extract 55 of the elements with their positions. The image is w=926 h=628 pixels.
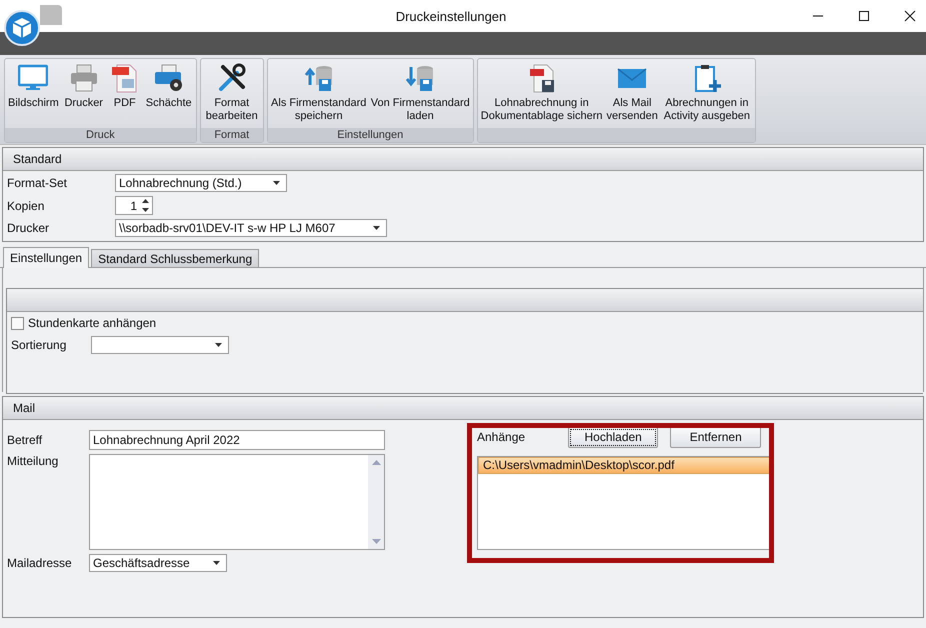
window-tab-shape (40, 5, 62, 25)
dropdown-arrow-icon (373, 226, 380, 230)
push-button[interactable]: Entfernen (670, 426, 761, 448)
upload-database-icon (304, 63, 334, 93)
ribbon-button[interactable]: Drucker (60, 59, 107, 128)
ribbon-group-label: Format (214, 129, 250, 141)
maximize-icon[interactable] (858, 10, 870, 22)
tab[interactable]: Standard Schlussbemerkung (91, 249, 260, 267)
monitor-icon (18, 63, 48, 93)
spinner-arrows-icon (142, 199, 149, 212)
field-label: Mailadresse (7, 556, 73, 570)
ribbon-button[interactable]: Als Mail versenden (604, 59, 660, 128)
field-label: Betreff (7, 433, 44, 447)
ribbon-button[interactable]: Lohnabrechnung in Dokumentablage sichern (478, 59, 604, 128)
push-button[interactable]: Hochladen (568, 426, 658, 448)
dropdown-arrow-icon (215, 343, 222, 347)
ribbon-button[interactable]: Format bearbeiten (202, 59, 262, 128)
dropdown[interactable]: \\sorbadb-srv01\DEV-IT s-w HP LJ M607 (115, 219, 387, 237)
tab[interactable]: Einstellungen (3, 247, 90, 268)
window-title: Druckeinstellungen (394, 8, 508, 24)
close-icon[interactable] (904, 10, 916, 22)
checkbox-label: Stundenkarte anhängen (28, 316, 156, 330)
subject-field[interactable]: Lohnabrechnung April 2022 (89, 430, 385, 450)
attachments-label: Anhänge (477, 430, 526, 444)
field-label: Drucker (7, 221, 50, 235)
scrollbar[interactable] (368, 455, 384, 549)
ribbon-button[interactable]: Bildschirm (6, 59, 61, 128)
ribbon-button[interactable]: Schächte (142, 59, 195, 128)
wrench-screwdriver-icon (216, 63, 247, 93)
field-label: Sortierung (11, 338, 68, 352)
ribbon-button[interactable]: Von Firmenstandard laden (368, 59, 472, 128)
spinner-field[interactable]: 1 (115, 196, 153, 215)
message-field[interactable] (89, 454, 385, 550)
panel-title: Mail (13, 401, 36, 415)
scroll-up-icon[interactable] (372, 460, 380, 465)
ribbon-button[interactable]: Abrechnungen in Activity ausgeben (660, 59, 754, 128)
ribbon-button[interactable]: PDF (106, 59, 143, 128)
dropdown[interactable]: Geschäftsadresse (89, 554, 227, 572)
dropdown[interactable] (91, 336, 229, 354)
ribbon-group-label: Druck (86, 129, 115, 141)
field-label: Kopien (7, 198, 46, 212)
ribbon-group-label: Einstellungen (337, 129, 404, 141)
dropdown-arrow-icon (213, 561, 220, 565)
download-database-icon (405, 63, 436, 93)
field-label: Mitteilung (7, 454, 60, 468)
dropdown-arrow-icon (273, 181, 280, 185)
field-label: Format-Set (7, 176, 68, 190)
attachment-item[interactable]: C:\Users\vmadmin\Desktop\scor.pdf (478, 457, 772, 474)
panel-title: Standard (13, 152, 62, 166)
scroll-down-icon[interactable] (372, 539, 380, 544)
printer-gear-icon (154, 63, 184, 93)
dropdown[interactable]: Lohnabrechnung (Std.) (115, 174, 287, 192)
checkbox[interactable] (11, 316, 24, 330)
printer-icon (68, 63, 99, 93)
ribbon-button[interactable]: Als Firmenstandard speichern (268, 59, 369, 128)
